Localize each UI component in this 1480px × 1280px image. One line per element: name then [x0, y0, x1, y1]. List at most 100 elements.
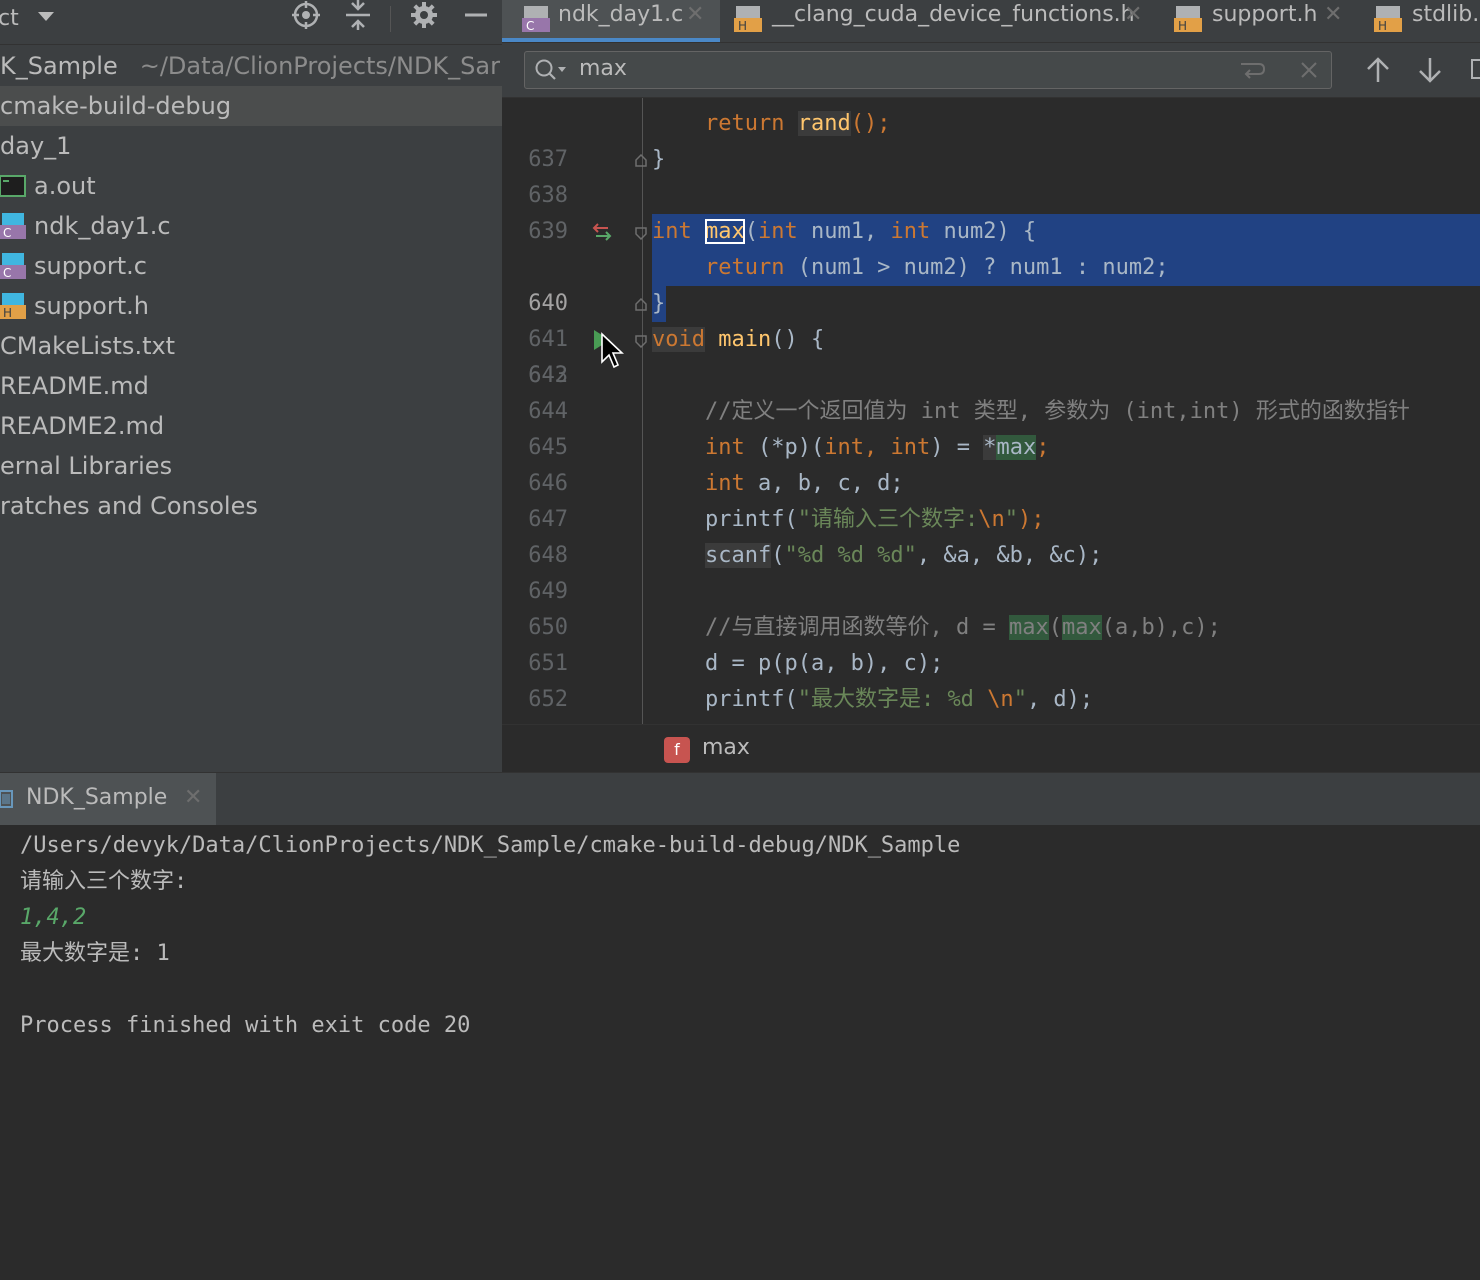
- code-token: , &a, &b, &c);: [916, 543, 1103, 568]
- tree-item-ndk-day1-c[interactable]: C ndk_day1.c: [0, 206, 502, 246]
- minimize-icon[interactable]: [456, 0, 496, 30]
- code-string: ": [1004, 507, 1018, 532]
- fold-start-icon[interactable]: [634, 334, 648, 348]
- search-icon[interactable]: [533, 58, 569, 82]
- svg-text:C: C: [526, 19, 534, 32]
- code-token: int: [758, 219, 798, 244]
- code-line: 637 return rand();: [502, 106, 1480, 172]
- project-view-selector[interactable]: ct: [0, 6, 19, 31]
- close-icon[interactable]: ✕: [686, 0, 704, 30]
- breadcrumb-item-max[interactable]: max: [702, 735, 750, 760]
- tree-item-readme[interactable]: README.md: [0, 366, 502, 406]
- tree-item-cmakelists[interactable]: CMakeLists.txt: [0, 326, 502, 366]
- tab-stdlib[interactable]: H stdlib.: [1358, 0, 1480, 42]
- tree-item-support-h[interactable]: H support.h: [0, 286, 502, 326]
- code-token: int: [890, 219, 931, 244]
- search-match: max: [1008, 615, 1049, 640]
- console-line-exit: Process finished with exit code 20: [20, 1013, 471, 1038]
- tree-item-label: a.out: [34, 172, 96, 200]
- code-token: ;: [1036, 435, 1050, 460]
- tree-item-day-1[interactable]: day_1: [0, 126, 502, 166]
- code-line: 642 }: [502, 286, 1480, 388]
- code-token: (num1 > num2) ? num1 : num2;: [784, 255, 1169, 280]
- editor-panel: C ndk_day1.c ✕ H __clang_cuda_device_fun…: [502, 0, 1480, 772]
- svg-text:H: H: [3, 306, 12, 319]
- code-line: 652 d = p(p(a, b), c);: [502, 646, 1480, 712]
- code-token: num1,: [797, 219, 891, 244]
- close-icon[interactable]: ✕: [184, 785, 202, 810]
- fold-start-icon[interactable]: [634, 226, 648, 240]
- code-string: "最大数字是: %d: [797, 687, 988, 712]
- code-token: ) =: [930, 435, 984, 460]
- code-line: 643 void main() {: [502, 322, 1480, 388]
- run-tab-label: NDK_Sample: [26, 785, 168, 810]
- c-file-icon: C: [0, 213, 26, 239]
- tab-label: support.h: [1212, 2, 1318, 27]
- chevron-down-icon[interactable]: [38, 12, 54, 21]
- previous-occurrence-icon[interactable]: [1362, 55, 1394, 85]
- tree-item-a-out[interactable]: a.out: [0, 166, 502, 206]
- next-occurrence-icon[interactable]: [1414, 55, 1446, 85]
- tab-ndk-sample[interactable]: NDK_Sample ✕: [0, 773, 216, 825]
- code-token: (: [771, 543, 785, 568]
- run-panel: NDK_Sample ✕ /Users/devyk/Data/ClionProj…: [0, 772, 1480, 1280]
- tab-clang-cuda-device-functions[interactable]: H __clang_cuda_device_functions.h ✕: [720, 0, 1160, 42]
- clear-icon[interactable]: [1295, 58, 1323, 82]
- function-icon: f: [664, 737, 690, 763]
- toolbar-divider: [390, 6, 391, 32]
- code-token: num2) {: [930, 219, 1037, 244]
- code-line: 651 //与直接调用函数等价, d = max(max(a,b),c);: [502, 610, 1480, 676]
- svg-text:H: H: [738, 19, 747, 32]
- search-input[interactable]: max: [524, 51, 1332, 89]
- close-icon[interactable]: ✕: [1324, 0, 1342, 30]
- code-token: return: [704, 111, 785, 136]
- code-editor[interactable]: 637 return rand(); 638 } 639 640 int max…: [502, 98, 1480, 748]
- h-file-icon: H: [1174, 6, 1202, 32]
- code-token: , d);: [1026, 687, 1094, 712]
- h-file-icon: H: [734, 6, 762, 32]
- gear-icon[interactable]: [404, 0, 444, 30]
- code-line: 648 printf("请输入三个数字:\n");: [502, 502, 1480, 568]
- search-match: max: [1061, 615, 1102, 640]
- code-token: (*p)(: [744, 435, 825, 460]
- tree-item-scratches[interactable]: ratches and Consoles: [0, 486, 502, 526]
- code-line: 647 int a, b, c, d;: [502, 466, 1480, 532]
- fold-end-icon[interactable]: [634, 154, 648, 168]
- search-match: max: [705, 219, 745, 244]
- code-comment: //定义一个返回值为 int 类型, 参数为 (int,int) 形式的函数指针: [704, 399, 1410, 424]
- tree-item-cmake-build-debug[interactable]: cmake-build-debug: [0, 86, 502, 126]
- collapse-all-icon[interactable]: [338, 0, 378, 30]
- code-comment: (a,b),c);: [1101, 615, 1221, 640]
- code-token: }: [652, 147, 666, 172]
- code-line: 650: [502, 574, 1480, 640]
- code-line: 653 printf("最大数字是: %d \n", d);: [502, 682, 1480, 748]
- filter-icon[interactable]: [1468, 57, 1480, 83]
- tree-item-label: cmake-build-debug: [0, 92, 232, 120]
- tab-label: __clang_cuda_device_functions.h: [772, 2, 1135, 27]
- locate-target-icon[interactable]: [286, 0, 326, 30]
- c-file-icon: C: [0, 253, 26, 279]
- tab-support-h[interactable]: H support.h ✕: [1160, 0, 1358, 42]
- close-icon[interactable]: ✕: [1124, 0, 1142, 30]
- h-file-icon: H: [1374, 6, 1402, 32]
- run-tab-bar: NDK_Sample ✕: [0, 772, 1480, 825]
- tree-item-project-root[interactable]: K_Sample ~/Data/ClionProjects/NDK_Sar: [0, 46, 502, 86]
- find-bar: max: [502, 43, 1480, 98]
- multiline-icon[interactable]: [1237, 58, 1267, 82]
- tree-item-support-c[interactable]: C support.c: [0, 246, 502, 286]
- code-token: return: [704, 255, 785, 280]
- code-line: 641 return (num1 > num2) ? num1 : num2;: [502, 250, 1480, 352]
- console-output[interactable]: /Users/devyk/Data/ClionProjects/NDK_Samp…: [20, 828, 960, 1044]
- code-token: scanf: [704, 543, 772, 568]
- tree-item-readme2[interactable]: README2.md: [0, 406, 502, 446]
- code-token: int: [652, 219, 692, 244]
- breadcrumb: f max: [502, 724, 1480, 772]
- fold-end-icon[interactable]: [634, 298, 648, 312]
- tab-ndk-day1-c[interactable]: C ndk_day1.c ✕: [502, 0, 720, 42]
- project-panel: ct K_Sample ~/Data/ClionProjects/NDK_Sar …: [0, 0, 502, 772]
- tree-item-external-libraries[interactable]: ernal Libraries: [0, 446, 502, 486]
- code-line: 638 }: [502, 142, 1480, 208]
- code-token: int: [704, 435, 745, 460]
- implementation-icon[interactable]: [592, 222, 612, 242]
